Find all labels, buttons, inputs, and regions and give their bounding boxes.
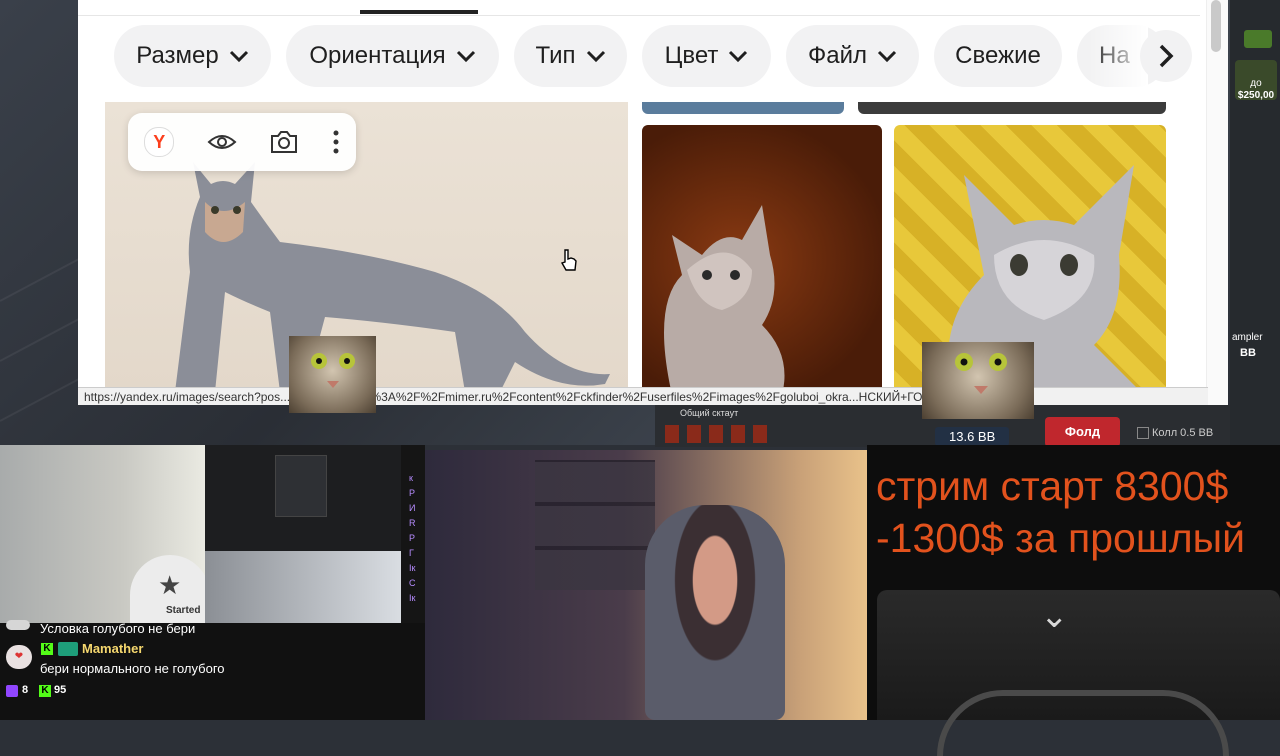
streamer-webcam <box>425 450 867 720</box>
filters-next-button[interactable] <box>1140 30 1192 82</box>
filter-file-label: Файл <box>807 42 867 69</box>
chat-username[interactable]: Mamather <box>82 641 143 656</box>
twitch-icon <box>6 685 18 697</box>
wheel-arc <box>937 690 1229 756</box>
kick-count: 95 <box>54 684 67 696</box>
kick-icon: K <box>39 685 51 697</box>
webcam-left: ★ Started <box>0 445 210 623</box>
image-result-partial[interactable] <box>858 102 1166 114</box>
filter-color-label: Цвет <box>664 42 719 69</box>
header-divider <box>78 15 1200 16</box>
hand-cursor-icon <box>560 249 577 271</box>
chevron-down-icon <box>229 50 248 63</box>
filter-orientation[interactable]: Ориентация <box>286 25 499 87</box>
filter-type[interactable]: Тип <box>514 25 627 87</box>
kick-badge-icon: K <box>41 643 53 655</box>
scrollbar-track[interactable] <box>1206 0 1228 405</box>
chips-icon <box>665 425 775 443</box>
banner-line2: -1300$ за прошлый <box>876 515 1246 561</box>
more-icon[interactable] <box>332 129 340 155</box>
screen-share: ≡ <box>205 445 411 551</box>
browser-window: Размер Ориентация Тип Цвет Файл Свежие Н… <box>78 0 1228 405</box>
cat-facecam <box>922 342 1034 419</box>
filter-orientation-label: Ориентация <box>309 42 446 69</box>
chips-fade <box>1088 22 1148 90</box>
mini-dialog <box>275 455 327 517</box>
side-panel: до $250,00 ampler BB <box>1230 0 1280 445</box>
status-bar-url: https://yandex.ru/images/search?pos...&i… <box>78 387 1208 405</box>
chat-line: Условка голубого не бери <box>40 621 196 636</box>
balance-display: 13.6 BB <box>935 427 1010 446</box>
call-checkbox[interactable] <box>1137 427 1149 439</box>
prize-line2: $250,00 <box>1237 90 1275 101</box>
banner-line1: стрим старт 8300$ <box>876 463 1229 509</box>
cat-facecam <box>289 336 376 413</box>
scrollbar-thumb[interactable] <box>1211 0 1221 52</box>
image-toolbar: Y <box>128 113 356 171</box>
chat-message: бери нормального не голубого <box>40 661 225 676</box>
chat-overlay: Условка голубого не бери ❤ K Mamather бе… <box>0 620 425 720</box>
filter-size[interactable]: Размер <box>114 25 271 87</box>
filter-fresh-label: Свежие <box>955 42 1041 69</box>
chevron-down-icon <box>729 50 748 63</box>
chevron-down-icon <box>586 50 605 63</box>
prize-line1: до <box>1250 78 1262 89</box>
active-tab-indicator <box>360 10 478 14</box>
sub-badge-icon <box>58 642 78 656</box>
filter-type-label: Тип <box>535 42 576 69</box>
filter-size-label: Размер <box>136 42 219 69</box>
chat-letters: к Р И R Р Г Ік С Ік <box>409 473 416 603</box>
image-result-kitten-brown[interactable] <box>642 125 882 395</box>
streamer-person <box>645 505 785 720</box>
wall-posters <box>535 460 655 590</box>
chat-column: к Р И R Р Г Ік С Ік <box>401 445 425 623</box>
fold-button[interactable]: Фолд <box>1045 417 1120 447</box>
twitch-count: 8 <box>22 684 29 696</box>
chevron-right-icon <box>1159 44 1174 68</box>
filter-fresh[interactable]: Свежие <box>934 25 1062 87</box>
avatar: ❤ <box>6 645 32 669</box>
avatar <box>6 620 30 630</box>
filter-color[interactable]: Цвет <box>642 25 771 87</box>
camera-icon[interactable] <box>269 129 299 155</box>
sampler-text: ampler <box>1232 332 1263 343</box>
image-result-partial[interactable] <box>642 102 844 114</box>
eye-icon[interactable] <box>207 132 237 152</box>
chevron-down-icon <box>456 50 475 63</box>
filter-file[interactable]: Файл <box>786 25 919 87</box>
banner-text: стрим старт 8300$ -1300$ за прошлый <box>876 460 1245 564</box>
room-view <box>205 551 401 623</box>
star-icon: ★ <box>158 570 182 600</box>
bb-text: BB <box>1240 347 1256 359</box>
overall-label: Общий сктаут <box>680 408 739 418</box>
yandex-icon[interactable]: Y <box>144 127 175 157</box>
call-label: Колл 0.5 BB <box>1152 427 1214 439</box>
cap-text: Started <box>166 605 201 616</box>
cap: ★ Started <box>130 555 210 623</box>
game-panel <box>877 590 1280 756</box>
chevron-emblem-icon: ⌄ <box>1040 597 1069 635</box>
kitten-image <box>664 205 785 395</box>
game-icon <box>1244 30 1272 48</box>
chevron-down-icon <box>877 50 897 63</box>
prize-box: до $250,00 <box>1235 60 1277 101</box>
